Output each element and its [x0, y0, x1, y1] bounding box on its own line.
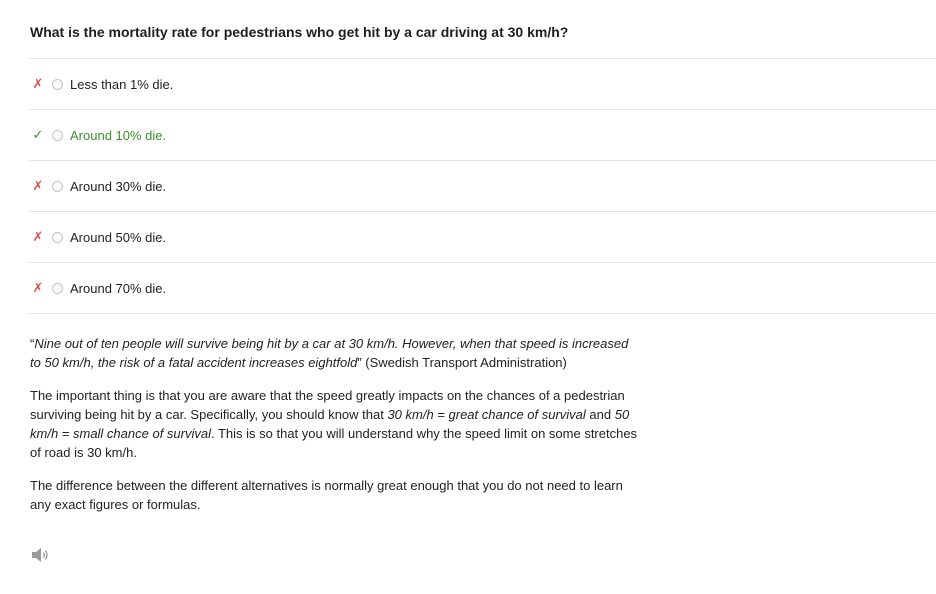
explanation-paragraph-3: The difference between the different alt…	[30, 478, 623, 512]
correct-mark-icon: ✓	[32, 127, 44, 142]
speaker-icon[interactable]	[30, 546, 50, 564]
quote-source: ” (Swedish Transport Administration)	[357, 355, 567, 370]
radio-button[interactable]	[52, 78, 63, 90]
wrong-mark-icon: ✗	[32, 178, 44, 193]
answer-option[interactable]: ✗ Around 30% die.	[29, 160, 936, 211]
answer-option[interactable]: ✗ Less than 1% die.	[29, 58, 936, 109]
radio-button[interactable]	[52, 231, 63, 243]
answer-label: Around 30% die.	[70, 178, 167, 194]
explanation-paragraph-2: The important thing is that you are awar…	[30, 386, 640, 462]
answer-options: ✗ Less than 1% die. ✓ Around 10% die. ✗ …	[29, 58, 936, 314]
answer-label: Around 70% die.	[70, 280, 167, 296]
answer-label: Less than 1% die.	[70, 76, 174, 92]
wrong-mark-icon: ✗	[32, 76, 44, 91]
answer-label: Around 10% die.	[70, 127, 167, 143]
radio-button[interactable]	[52, 282, 63, 294]
wrong-mark-icon: ✗	[32, 229, 44, 244]
explanation-quote: “Nine out of ten people will survive bei…	[30, 334, 640, 372]
answer-label: Around 50% die.	[70, 229, 167, 245]
p2-text-c: and	[585, 407, 615, 422]
answer-option[interactable]: ✓ Around 10% die.	[29, 109, 936, 160]
question-text: What is the mortality rate for pedestria…	[30, 24, 569, 40]
wrong-mark-icon: ✗	[32, 280, 44, 295]
p2-italic-b: 30 km/h = great chance of survival	[387, 407, 586, 422]
answer-option[interactable]: ✗ Around 70% die.	[29, 262, 936, 314]
radio-button[interactable]	[52, 180, 63, 192]
explanation: “Nine out of ten people will survive bei…	[30, 334, 640, 528]
answer-option[interactable]: ✗ Around 50% die.	[29, 211, 936, 262]
radio-button[interactable]	[52, 129, 63, 141]
